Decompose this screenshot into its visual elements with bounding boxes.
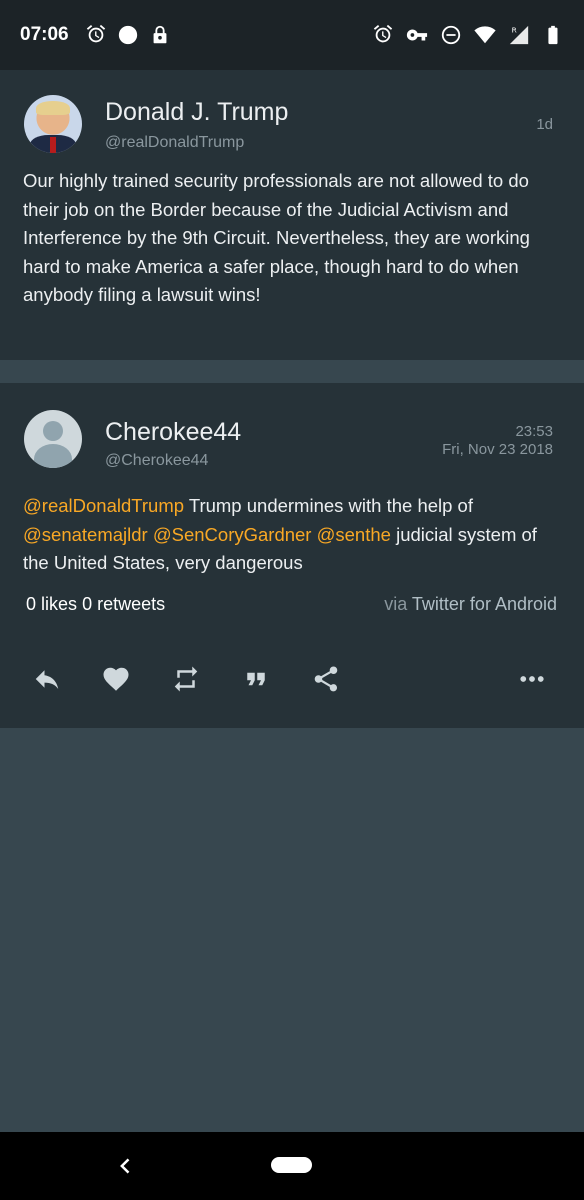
mention-link[interactable]: @realDonaldTrump	[23, 495, 184, 516]
do-not-disturb-icon	[440, 24, 462, 46]
tweet-date: Fri, Nov 23 2018	[442, 441, 553, 458]
via-client: via Twitter for Android	[384, 594, 557, 615]
mention-link[interactable]: @senatemajldr	[23, 524, 148, 545]
author-name[interactable]: Cherokee44	[105, 418, 241, 447]
battery-icon	[542, 24, 564, 46]
engagement-stats: 0 likes 0 retweets	[26, 594, 165, 615]
status-bar: 07:06 R	[0, 0, 584, 70]
navigation-bar	[0, 1132, 584, 1200]
mention-link[interactable]: @SenCoryGardner	[153, 524, 312, 545]
avatar[interactable]	[24, 410, 82, 468]
tweet-text: Our highly trained security professional…	[23, 170, 530, 305]
alarm-icon	[372, 24, 394, 46]
retweet-icon[interactable]	[169, 664, 203, 694]
vpn-key-icon	[406, 24, 428, 46]
reply-tweet-card[interactable]: Cherokee44 @Cherokee44 23:53 Fri, Nov 23…	[0, 383, 584, 728]
mention-link[interactable]: @senthe	[317, 524, 391, 545]
wifi-icon	[474, 24, 496, 46]
tweet-actions	[0, 658, 584, 698]
client-name: Twitter for Android	[411, 594, 557, 614]
likes-label[interactable]: likes	[41, 594, 77, 614]
quote-icon[interactable]	[239, 664, 273, 694]
author-handle[interactable]: @Cherokee44	[105, 452, 208, 470]
author-handle[interactable]: @realDonaldTrump	[105, 134, 244, 152]
alarm-icon	[85, 24, 107, 46]
status-icons-right: R	[372, 24, 564, 46]
status-icons-left	[85, 24, 171, 46]
retweets-label[interactable]: retweets	[97, 594, 165, 614]
author-name[interactable]: Donald J. Trump	[105, 98, 288, 127]
tweet-text: @realDonaldTrump Trump undermines with t…	[23, 492, 563, 578]
via-prefix: via	[384, 594, 408, 614]
reply-icon[interactable]	[30, 664, 64, 694]
tweet-age: 1d	[536, 116, 553, 133]
more-icon[interactable]	[515, 664, 549, 694]
avatar[interactable]	[24, 95, 82, 153]
tweet-time: 23:53	[515, 423, 553, 440]
retweets-count: 0	[82, 594, 93, 614]
back-icon[interactable]	[113, 1150, 139, 1182]
like-icon[interactable]	[99, 664, 133, 694]
status-time: 07:06	[20, 24, 69, 45]
lock-icon	[149, 24, 171, 46]
signal-icon: R	[508, 24, 530, 46]
text-segment: Trump undermines with the help of	[184, 495, 473, 516]
likes-count: 0	[26, 594, 37, 614]
home-pill-button[interactable]	[271, 1157, 312, 1173]
circle-icon	[117, 24, 139, 46]
signal-badge: R	[512, 25, 517, 34]
parent-tweet-card[interactable]: Donald J. Trump @realDonaldTrump 1d Our …	[0, 70, 584, 360]
share-icon[interactable]	[309, 664, 343, 694]
